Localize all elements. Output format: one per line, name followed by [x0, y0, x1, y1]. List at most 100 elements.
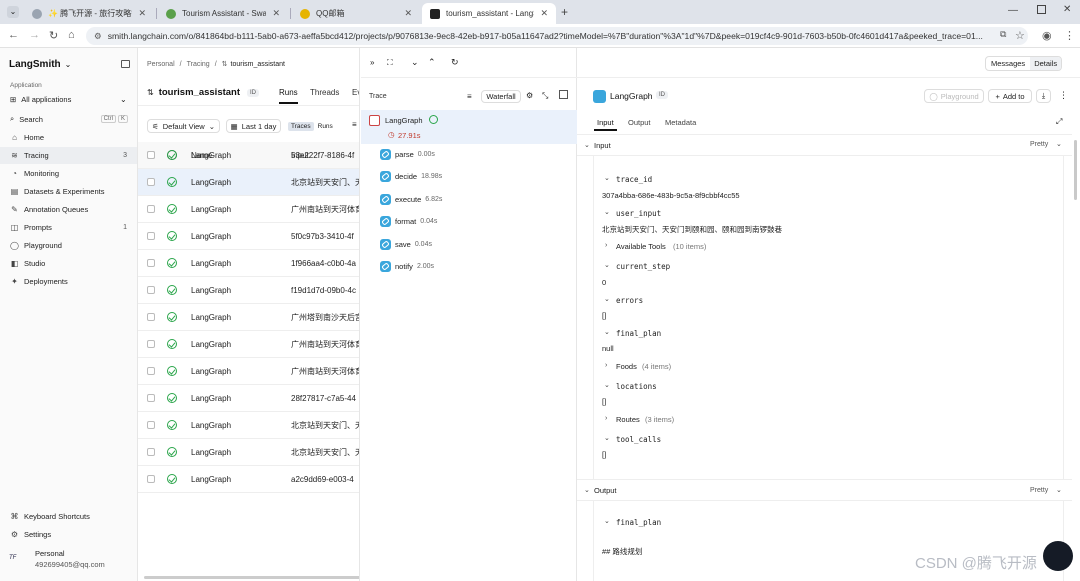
chevron-right-icon[interactable]: ›	[605, 242, 607, 249]
chevron-down-icon[interactable]: ⌄	[604, 208, 610, 216]
site-info-icon[interactable]: ⚙	[94, 31, 102, 42]
key-available-tools[interactable]: Available Tools	[616, 242, 666, 251]
browser-menu-icon[interactable]: ⋮	[1064, 29, 1075, 42]
filter-icon[interactable]: ≡	[467, 92, 472, 101]
settings-button[interactable]: ⚙ Settings	[0, 526, 137, 543]
chevron-down-icon[interactable]: ⌄	[604, 381, 610, 389]
download-icon[interactable]: ⤓	[1036, 89, 1051, 103]
expand-icon[interactable]: ⤢	[1056, 117, 1062, 127]
collapse-sidebar-icon[interactable]	[121, 60, 130, 68]
chevron-down-icon[interactable]: ⌄	[604, 261, 610, 269]
key-routes[interactable]: Routes	[616, 415, 640, 424]
close-icon[interactable]: ✕	[138, 8, 146, 19]
row-checkbox[interactable]	[147, 421, 155, 429]
sidebar-item-monitoring[interactable]: ◔ Monitoring	[0, 165, 137, 182]
chevron-down-icon[interactable]: ⌄	[411, 57, 419, 68]
row-checkbox[interactable]	[147, 232, 155, 240]
trace-root-row[interactable]: LangGraph ◷ 27.91s	[361, 110, 577, 144]
chevron-down-icon[interactable]: ⌄	[604, 434, 610, 442]
row-checkbox[interactable]	[147, 448, 155, 456]
sidebar-item-datasets[interactable]: ▤ Datasets & Experiments	[0, 183, 137, 200]
vertical-scrollbar[interactable]	[1074, 140, 1077, 200]
more-options-icon[interactable]: ⋮	[1059, 90, 1068, 101]
time-range-selector[interactable]: ▦ Last 1 day	[226, 119, 281, 133]
brand-switcher[interactable]: LangSmith ⌄	[9, 59, 71, 70]
pretty-selector[interactable]: Pretty	[1030, 487, 1048, 494]
trace-node-format[interactable]: format 0.04s	[380, 216, 437, 227]
table-row[interactable]: LangGraph 广州南站到天河体育	[138, 358, 359, 385]
row-checkbox[interactable]	[147, 259, 155, 267]
waterfall-button[interactable]: Waterfall	[481, 90, 521, 103]
row-checkbox[interactable]	[147, 178, 155, 186]
close-icon[interactable]: ✕	[540, 8, 548, 19]
sidebar-item-prompts[interactable]: ◫ Prompts 1	[0, 219, 137, 236]
messages-button[interactable]: Messages	[986, 59, 1030, 68]
tab-output[interactable]: Output	[628, 118, 651, 127]
breadcrumb-personal[interactable]: Personal	[147, 61, 175, 68]
close-icon[interactable]: ✕	[404, 8, 412, 19]
tab-input[interactable]: Input	[597, 118, 614, 127]
sidebar-item-studio[interactable]: ◧ Studio	[0, 255, 137, 272]
sidebar-item-annotation-queues[interactable]: ✎ Annotation Queues	[0, 201, 137, 218]
row-checkbox[interactable]	[147, 394, 155, 402]
profile-icon[interactable]: ◉	[1042, 29, 1052, 42]
key-foods[interactable]: Foods	[616, 362, 637, 371]
home-icon[interactable]: ⌂	[68, 29, 75, 41]
table-row[interactable]: LangGraph 北京站到天安门、天	[138, 439, 359, 466]
details-button[interactable]: Details	[1030, 57, 1062, 70]
sidebar-item-playground[interactable]: ◯ Playground	[0, 237, 137, 254]
horizontal-scrollbar[interactable]	[144, 576, 359, 579]
row-checkbox[interactable]	[147, 313, 155, 321]
collapse-icon[interactable]: ⤡	[542, 91, 548, 101]
tab-threads[interactable]: Threads	[310, 88, 339, 97]
sidebar-item-deployments[interactable]: ✦ Deployments	[0, 273, 137, 290]
pretty-selector[interactable]: Pretty	[1030, 141, 1048, 148]
toggle-runs[interactable]: Runs	[314, 122, 337, 131]
table-row[interactable]: LangGraph 广州南站到天河体育	[138, 196, 359, 223]
translate-icon[interactable]: ⧉	[1000, 29, 1006, 40]
playground-button[interactable]: ◯ Playground	[924, 89, 984, 103]
view-selector[interactable]: ⚟ Default View ⌄	[147, 119, 220, 133]
table-row[interactable]: LangGraph 北京站到天安门、天	[138, 412, 359, 439]
bookmark-star-icon[interactable]: ☆	[1015, 29, 1025, 42]
row-checkbox[interactable]	[147, 475, 155, 483]
output-section-header[interactable]: ⌄ Output Pretty ⌄	[577, 479, 1072, 501]
browser-tab-4[interactable]: tourism_assistant - LangSmith ✕	[422, 3, 556, 24]
browser-tab-1[interactable]: ✨ 腾飞开源 - 旅行攻略智能助手 ✕	[24, 3, 154, 24]
trace-node-execute[interactable]: execute 6.82s	[380, 194, 442, 205]
table-row[interactable]: LangGraph a2c9dd69-e003-4	[138, 466, 359, 493]
trace-node-notify[interactable]: notify 2.00s	[380, 261, 434, 272]
row-checkbox[interactable]	[147, 367, 155, 375]
url-input[interactable]: ⚙ smith.langchain.com/o/841864bd-b111-5a…	[86, 27, 1028, 45]
table-row[interactable]: LangGraph 1f966aa4-c0b0-4a	[138, 250, 359, 277]
filter-icon[interactable]: ≡	[352, 120, 357, 129]
row-checkbox[interactable]	[147, 151, 155, 159]
table-row[interactable]: LangGraph 广州南站到天河体育	[138, 331, 359, 358]
user-name[interactable]: Personal	[35, 549, 65, 558]
refresh-icon[interactable]: ↻	[451, 57, 459, 68]
all-applications-button[interactable]: ⊞ All applications	[10, 95, 71, 104]
search-button[interactable]: ⌕ Search Ctrl K	[10, 114, 128, 124]
table-row[interactable]: LangGraph 北京站到天安门、天	[138, 169, 359, 196]
add-to-button[interactable]: + Add to	[988, 89, 1032, 103]
forward-icon[interactable]: →	[29, 29, 40, 41]
sidebar-item-home[interactable]: ⌂ Home	[0, 129, 137, 146]
panel-toggle-icon[interactable]	[559, 90, 568, 99]
chevron-right-icon[interactable]: ›	[605, 415, 607, 422]
fullscreen-icon[interactable]: ⛶	[387, 58, 393, 68]
trace-node-parse[interactable]: parse 0.00s	[380, 149, 435, 160]
chevron-down-icon[interactable]: ⌄	[604, 328, 610, 336]
reload-icon[interactable]: ↻	[49, 29, 58, 42]
id-badge[interactable]: ID	[656, 91, 668, 99]
browser-tab-2[interactable]: Tourism Assistant - Swagger UI ✕	[158, 3, 288, 24]
chevron-down-icon[interactable]: ⌄	[604, 517, 610, 525]
trace-node-decide[interactable]: decide 18.98s	[380, 171, 442, 182]
tab-runs[interactable]: Runs	[279, 88, 298, 97]
chevron-down-icon[interactable]: ⌄	[604, 174, 610, 182]
table-row[interactable]: LangGraph 5f0c97b3-3410-4f	[138, 223, 359, 250]
help-chat-icon[interactable]	[1043, 541, 1073, 571]
table-row[interactable]: LangGraph f19d1d7d-09b0-4c	[138, 277, 359, 304]
chevron-up-icon[interactable]: ⌃	[428, 57, 436, 68]
restore-icon[interactable]	[1037, 5, 1046, 14]
back-icon[interactable]: ←	[8, 29, 19, 41]
